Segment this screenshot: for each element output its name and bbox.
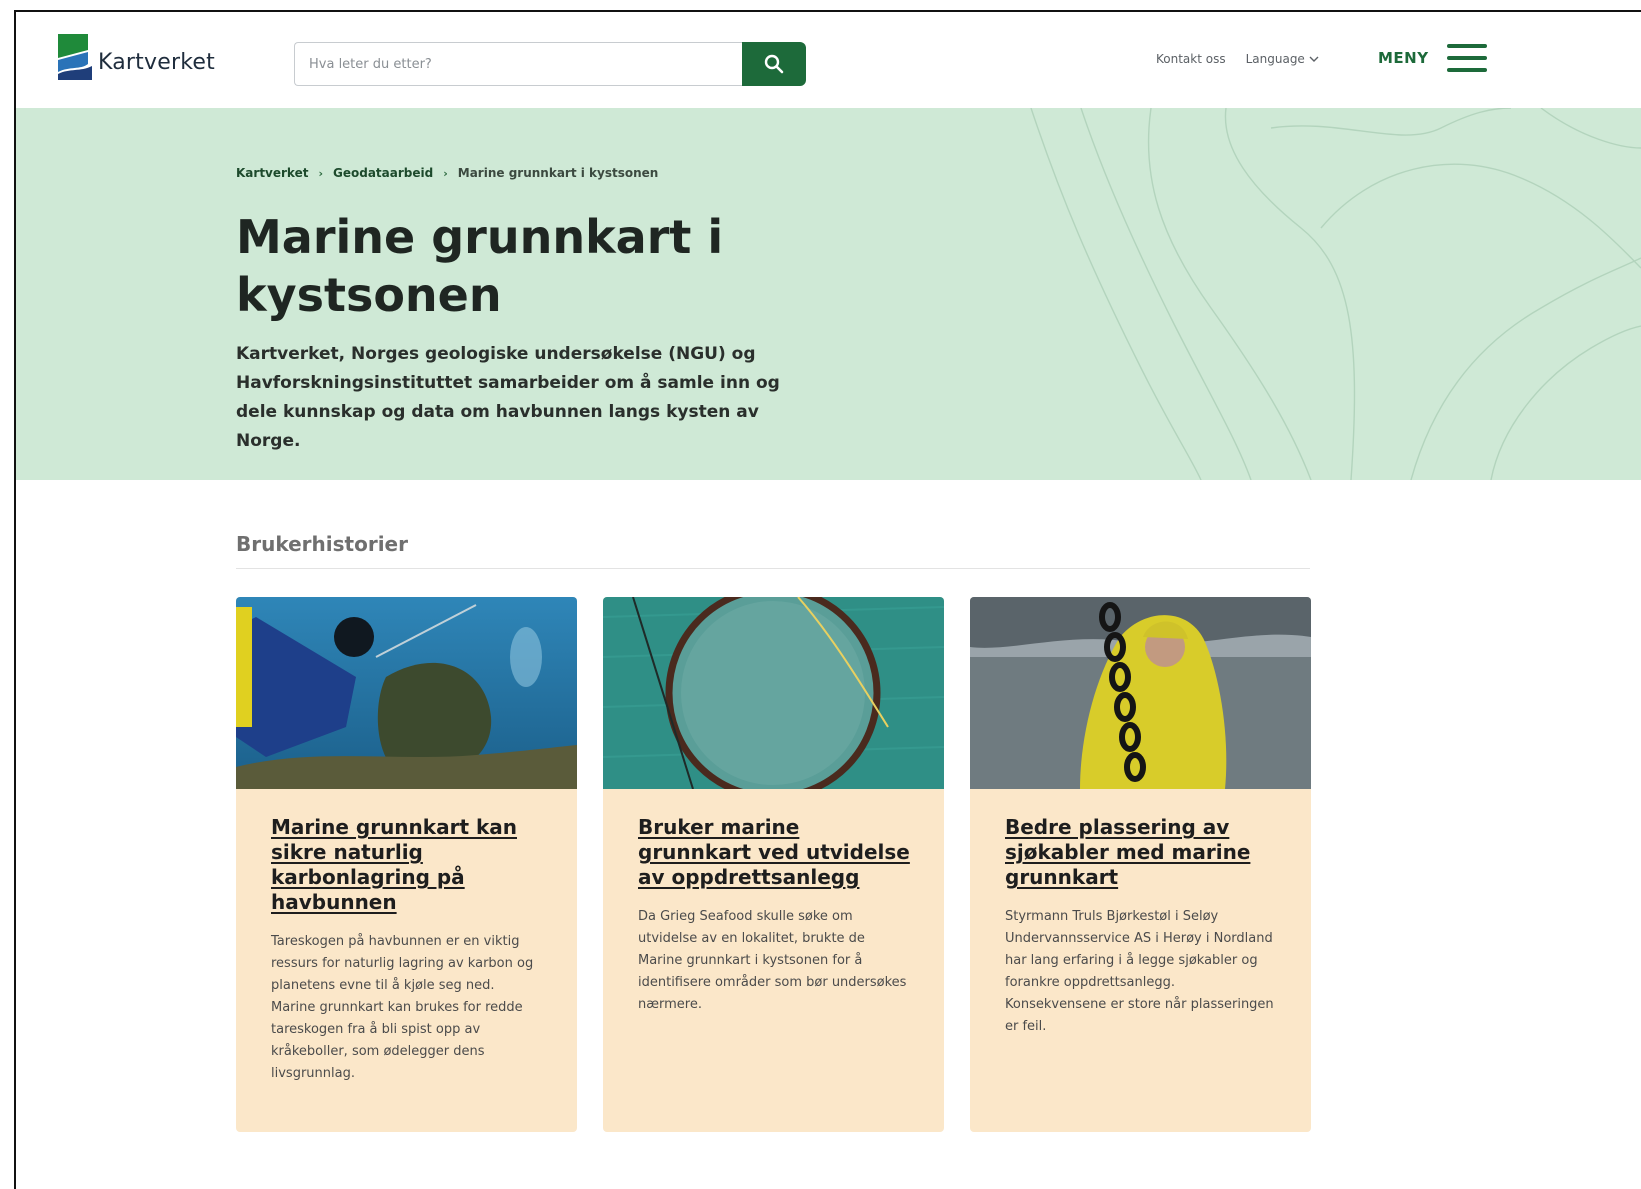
breadcrumb-link-kartverket[interactable]: Kartverket [236, 166, 308, 180]
story-card-list: Marine grunnkart kan sikre naturlig karb… [236, 597, 1311, 1132]
hero-banner: Kartverket › Geodataarbeid › Marine grun… [16, 108, 1641, 480]
logo-text: Kartverket [98, 49, 215, 75]
card-title-link[interactable]: Bedre plassering av sjøkabler med marine… [1005, 815, 1277, 890]
menu-label: MENY [1378, 49, 1429, 67]
breadcrumb-separator-icon: › [318, 166, 324, 180]
page-frame: Kartverket Kontakt oss Language MENY [14, 10, 1641, 1189]
page-title: Marine grunnkart i kystsonen [236, 210, 724, 322]
breadcrumb-current: Marine grunnkart i kystsonen [457, 166, 659, 180]
contour-lines-decoration [1030, 108, 1641, 480]
card-body: Bedre plassering av sjøkabler med marine… [970, 789, 1311, 1038]
utility-nav: Kontakt oss Language [1156, 52, 1319, 66]
card-body: Marine grunnkart kan sikre naturlig karb… [236, 789, 577, 1085]
card-text: Styrmann Truls Bjørkestøl i Seløy Underv… [1005, 909, 1274, 1034]
language-label: Language [1245, 52, 1305, 66]
language-selector[interactable]: Language [1246, 52, 1319, 66]
diver-underwater-image [236, 597, 577, 789]
card-title-link[interactable]: Bruker marine grunnkart ved utvidelse av… [638, 815, 910, 890]
search-button[interactable] [742, 42, 806, 86]
card-body: Bruker marine grunnkart ved utvidelse av… [603, 789, 944, 1016]
breadcrumb-link-geodataarbeid[interactable]: Geodataarbeid [333, 166, 433, 180]
section-title: Brukerhistorier [236, 532, 408, 556]
chevron-down-icon [1309, 56, 1319, 62]
story-card[interactable]: Marine grunnkart kan sikre naturlig karb… [236, 597, 577, 1132]
page-lead: Kartverket, Norges geologiske undersøkel… [236, 344, 780, 451]
seaman-with-chain-image [970, 597, 1311, 789]
card-text: Da Grieg Seafood skulle søke om utvidels… [638, 909, 907, 1012]
story-card[interactable]: Bedre plassering av sjøkabler med marine… [970, 597, 1311, 1132]
section-divider [236, 568, 1310, 569]
search-input[interactable] [294, 42, 742, 86]
site-search [294, 42, 806, 86]
story-card[interactable]: Bruker marine grunnkart ved utvidelse av… [603, 597, 944, 1132]
logo-link[interactable]: Kartverket [58, 34, 215, 80]
menu-button[interactable]: MENY [1378, 44, 1487, 72]
card-text: Tareskogen på havbunnen er en viktig res… [271, 934, 534, 1081]
kartverket-logo-icon [58, 34, 92, 80]
card-title-link[interactable]: Marine grunnkart kan sikre naturlig karb… [271, 815, 543, 915]
breadcrumb: Kartverket › Geodataarbeid › Marine grun… [236, 166, 658, 180]
fish-farm-pen-image [603, 597, 944, 789]
contact-link[interactable]: Kontakt oss [1156, 52, 1226, 66]
breadcrumb-separator-icon: › [443, 166, 448, 180]
site-header: Kartverket Kontakt oss Language MENY [16, 12, 1641, 112]
hamburger-icon [1446, 44, 1487, 72]
search-icon [764, 54, 784, 74]
